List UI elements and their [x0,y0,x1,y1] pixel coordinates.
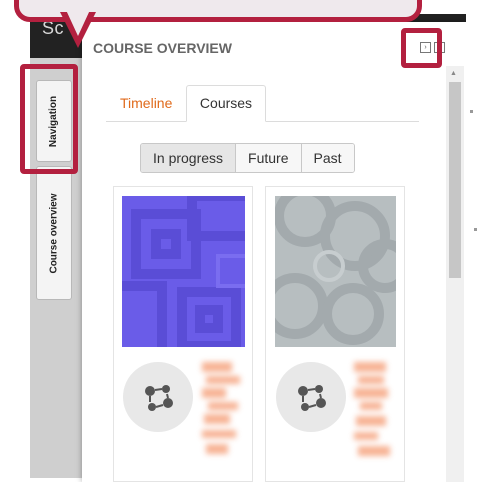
course-image[interactable] [275,196,396,347]
page-edge-mark [474,228,477,231]
course-icon [123,362,193,432]
scroll-up-icon[interactable]: ▲ [450,70,457,77]
course-name-redacted[interactable] [198,358,248,468]
course-image[interactable] [122,196,245,347]
filter-in-progress[interactable]: In progress [141,144,237,172]
scrollbar-thumb[interactable] [449,82,461,278]
panel-title: COURSE OVERVIEW [93,40,232,56]
tab-courses[interactable]: Courses [186,85,266,122]
filter-past[interactable]: Past [301,144,354,172]
dock-item-course-overview[interactable]: Course overview [36,166,72,300]
highlight-navigation [20,64,78,174]
tour-callout-tail-fill [66,10,90,36]
course-icon [276,362,346,432]
dock-item-label: Course overview [48,192,60,274]
page-edge [466,0,485,482]
filter-future[interactable]: Future [236,144,302,172]
course-name-redacted[interactable] [350,358,400,468]
course-filter: In progress Future Past [140,143,355,173]
highlight-dock-action [401,28,442,68]
tab-timeline[interactable]: Timeline [120,95,172,111]
page-edge-mark [470,110,473,113]
